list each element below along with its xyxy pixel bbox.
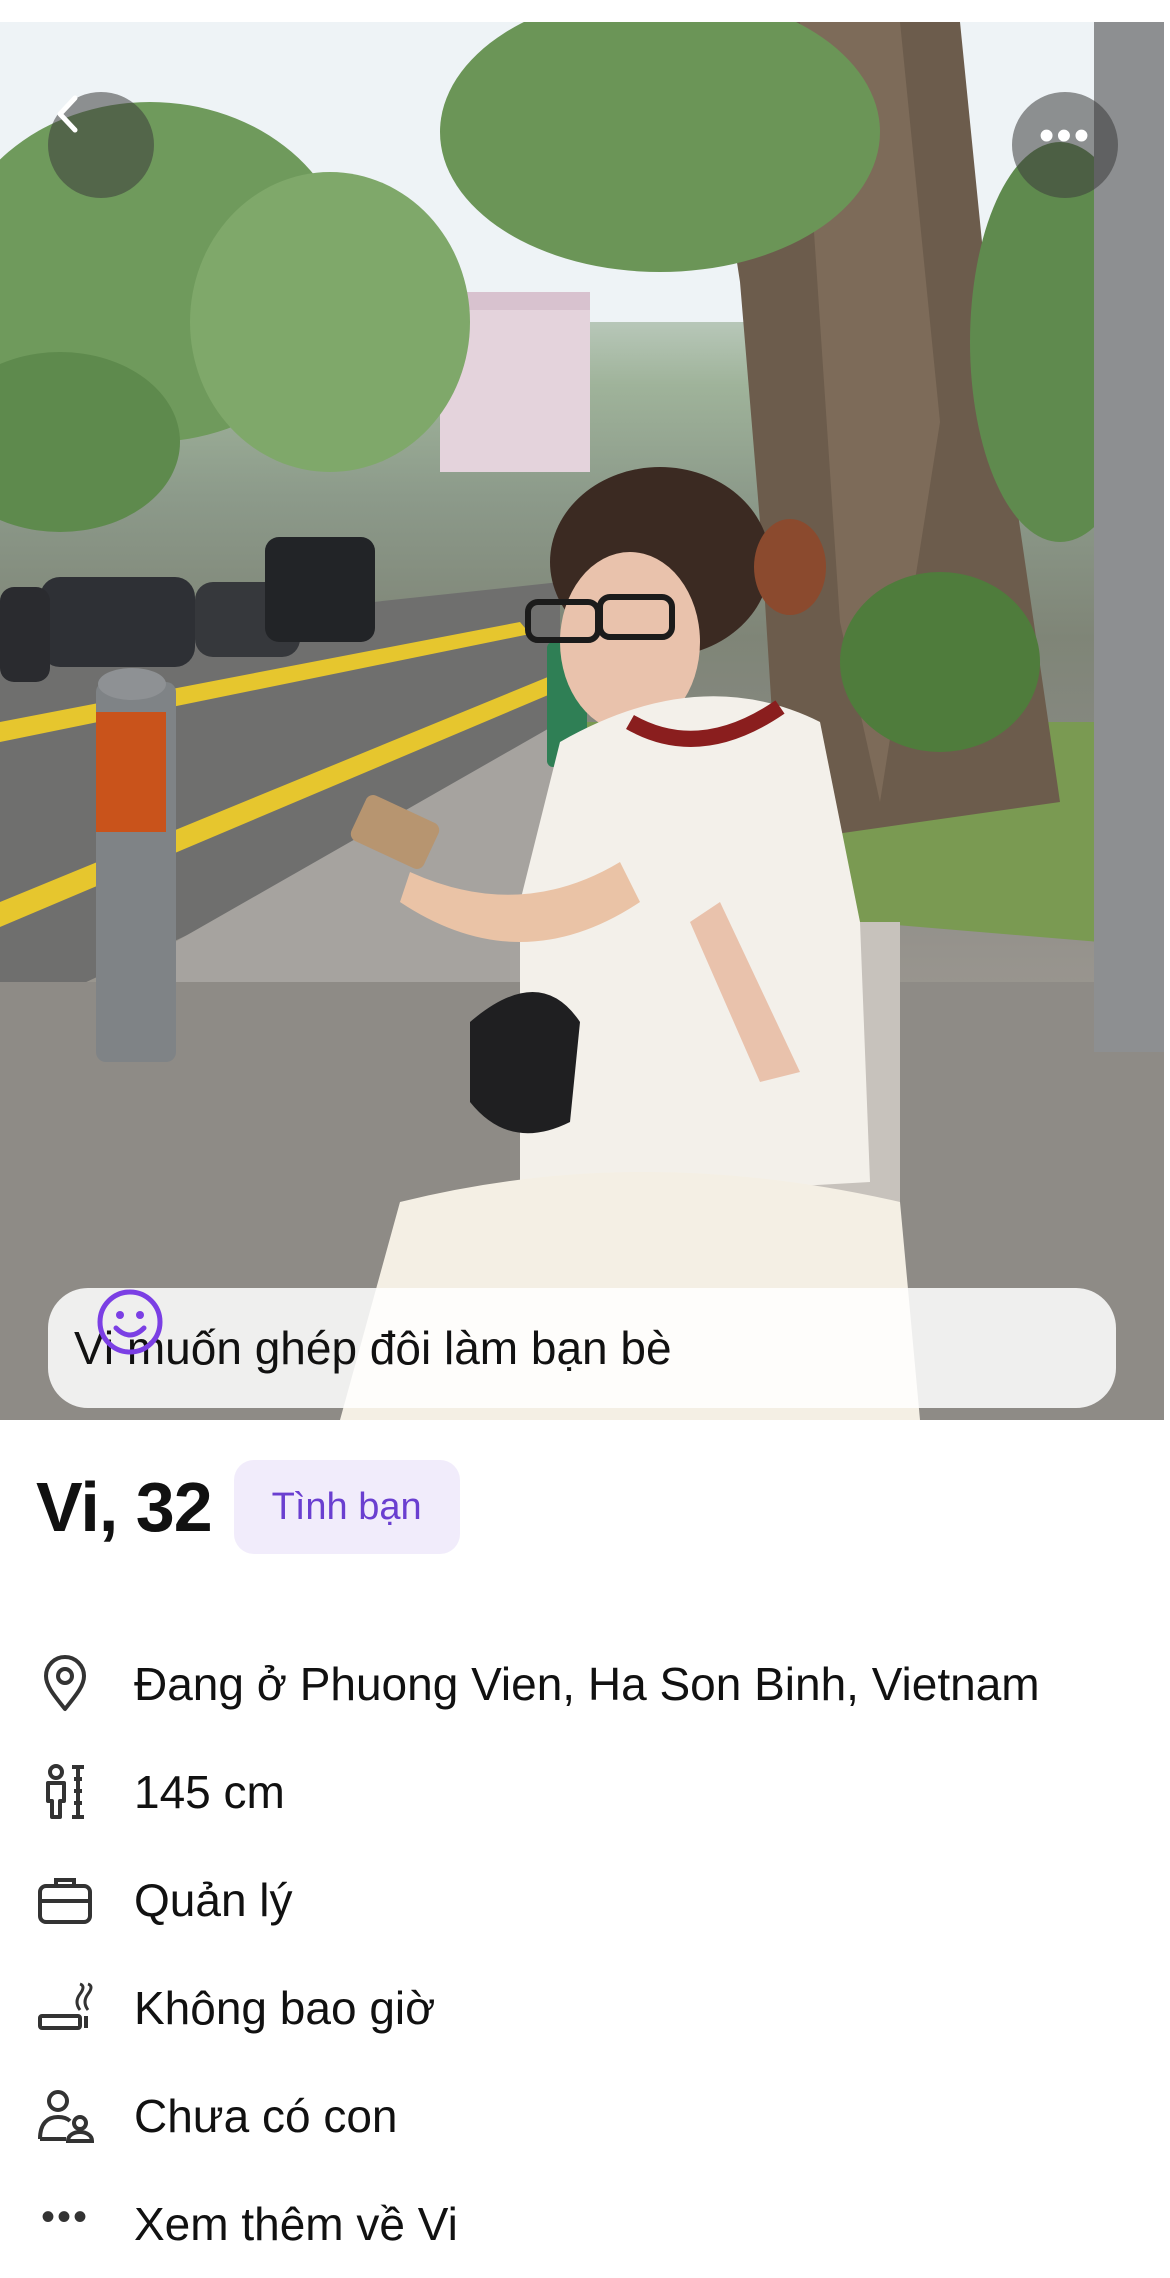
children-icon (36, 2087, 94, 2145)
height-icon (36, 1763, 94, 1821)
profile-name-age: Vi, 32 (36, 1468, 213, 1546)
profile-details: Đang ở Phuong Vien, Ha Son Binh, Vietnam… (36, 1630, 1156, 2278)
detail-job: Quản lý (36, 1846, 1156, 1954)
smoking-icon (36, 1979, 94, 2037)
relationship-goal-tag: Tình bạn (233, 1460, 460, 1554)
chevron-left-icon (57, 95, 78, 133)
detail-job-text: Quản lý (134, 1874, 293, 1926)
more-horizontal-icon: ••• (1038, 111, 1092, 160)
profile-photo[interactable]: ••• Vi muốn ghép đôi làm bạn bè (0, 22, 1164, 1420)
match-intent-banner: Vi muốn ghép đôi làm bạn bè (48, 1288, 1116, 1408)
detail-children: Chưa có con (36, 2062, 1156, 2170)
see-more-about-button[interactable]: ••• Xem thêm về Vi (36, 2170, 1156, 2278)
detail-children-text: Chưa có con (134, 2090, 398, 2142)
location-pin-icon (36, 1655, 94, 1713)
detail-location-text: Đang ở Phuong Vien, Ha Son Binh, Vietnam (134, 1658, 1040, 1710)
see-more-text: Xem thêm về Vi (134, 2198, 458, 2250)
profile-header: Vi, 32 Tình bạn (36, 1460, 460, 1554)
detail-location: Đang ở Phuong Vien, Ha Son Binh, Vietnam (36, 1630, 1156, 1738)
more-dots-icon: ••• (40, 2195, 89, 2239)
detail-smoking: Không bao giờ (36, 1954, 1156, 2062)
detail-smoking-text: Không bao giờ (134, 1982, 436, 2034)
photo-scene (0, 22, 1164, 1420)
detail-height: 145 cm (36, 1738, 1156, 1846)
detail-height-text: 145 cm (134, 1766, 285, 1818)
briefcase-icon (36, 1871, 94, 1929)
more-options-button[interactable]: ••• (1012, 92, 1118, 198)
smiley-icon (97, 1289, 163, 1355)
back-button[interactable] (48, 92, 154, 198)
